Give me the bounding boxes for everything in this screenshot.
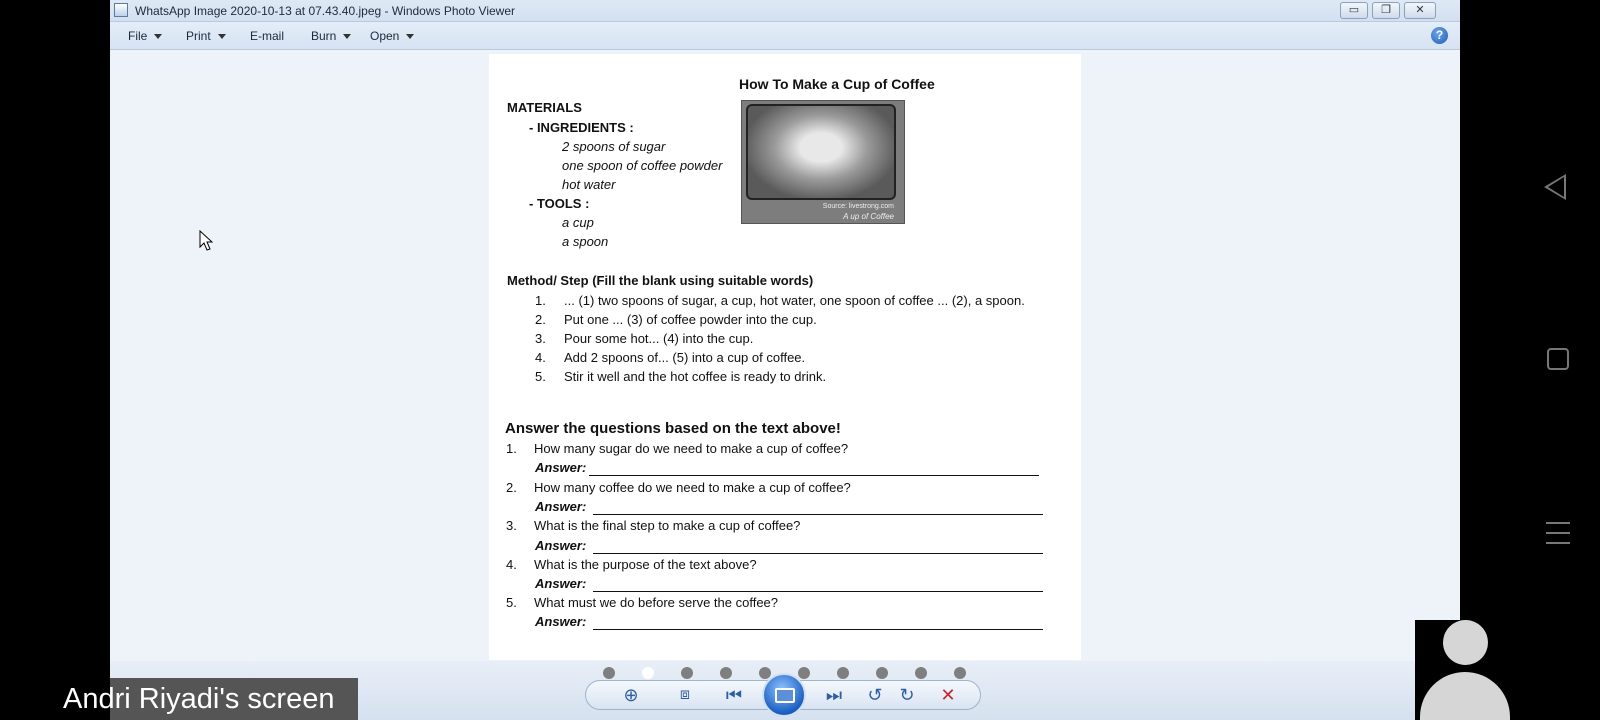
step-text: Pour some hot... (4) into the cup. xyxy=(564,331,754,346)
answer-label: Answer: xyxy=(535,538,587,553)
menu-bar: File Print E-mail Burn Open ? xyxy=(110,22,1460,50)
ingredient-item: hot water xyxy=(562,177,616,192)
recents-icon-bar xyxy=(1546,532,1570,534)
home-icon[interactable] xyxy=(1547,348,1569,370)
menu-open-label: Open xyxy=(370,29,400,43)
phone-screen: WhatsApp Image 2020-10-13 at 07.43.40.jp… xyxy=(0,0,1600,720)
answer-label: Answer: xyxy=(535,614,587,629)
document-title: How To Make a Cup of Coffee xyxy=(739,76,935,92)
question-text: How many coffee do we need to make a cup… xyxy=(534,480,851,495)
menu-print[interactable]: Print xyxy=(186,29,226,43)
photo-source: Source: livestrong.com xyxy=(822,203,894,210)
pager-dot xyxy=(798,667,810,679)
question-text: What is the final step to make a cup of … xyxy=(534,518,801,533)
slideshow-icon xyxy=(775,688,795,703)
menu-file[interactable]: File xyxy=(128,29,163,43)
avatar-body xyxy=(1420,672,1510,720)
question-number: 4. xyxy=(506,557,517,572)
photo-viewer-app-icon xyxy=(114,3,128,17)
avatar-icon xyxy=(1443,620,1488,665)
step-text: ... (1) two spoons of sugar, a cup, hot … xyxy=(564,293,1025,308)
pager-dot xyxy=(837,667,849,679)
photo-caption: A up of Coffee xyxy=(843,212,894,221)
next-icon[interactable]: ⏭ xyxy=(814,685,854,705)
delete-icon[interactable]: ✕ xyxy=(936,685,960,705)
menu-open[interactable]: Open xyxy=(370,29,415,43)
rotate-clockwise-icon[interactable]: ↻ xyxy=(896,685,918,705)
pager-dot xyxy=(720,667,732,679)
answer-label: Answer: xyxy=(535,499,587,514)
minimize-button[interactable]: ▭ xyxy=(1340,2,1368,19)
step-text: Stir it well and the hot coffee is ready… xyxy=(564,369,827,384)
recents-icon[interactable] xyxy=(1546,522,1570,524)
step-number: 1. xyxy=(535,293,546,308)
question-number: 1. xyxy=(506,441,517,456)
tools-heading: - TOOLS : xyxy=(529,196,590,211)
tool-item: a spoon xyxy=(562,234,609,249)
pager-dot-active xyxy=(642,667,654,679)
slideshow-button[interactable] xyxy=(762,673,806,717)
pager-dot xyxy=(681,667,693,679)
question-number: 2. xyxy=(506,480,517,495)
participant-thumbnail[interactable] xyxy=(1415,620,1515,720)
ingredients-heading: - INGREDIENTS : xyxy=(529,120,634,135)
materials-heading: MATERIALS xyxy=(507,100,582,115)
answer-line xyxy=(593,553,1043,554)
zoom-icon[interactable]: ⊕ xyxy=(614,685,648,705)
back-icon-inner xyxy=(1548,177,1564,197)
menu-burn[interactable]: Burn xyxy=(311,29,352,43)
ingredient-item: one spoon of coffee powder xyxy=(562,158,723,173)
screen-share-label: Andri Riyadi's screen xyxy=(63,683,335,715)
step-text: Put one ... (3) of coffee powder into th… xyxy=(564,312,817,327)
help-icon[interactable]: ? xyxy=(1431,27,1448,44)
pager-dot xyxy=(915,667,927,679)
window-title: WhatsApp Image 2020-10-13 at 07.43.40.jp… xyxy=(135,4,516,18)
questions-heading: Answer the questions based on the text a… xyxy=(505,420,841,437)
previous-icon[interactable]: ⏮ xyxy=(714,685,754,705)
chevron-down-icon xyxy=(406,34,415,40)
chevron-down-icon xyxy=(217,34,226,40)
step-number: 4. xyxy=(535,350,546,365)
method-heading: Method/ Step (Fill the blank using suita… xyxy=(507,273,814,288)
menu-print-label: Print xyxy=(186,29,211,43)
title-bar: WhatsApp Image 2020-10-13 at 07.43.40.jp… xyxy=(110,0,1460,22)
answer-line xyxy=(593,514,1043,515)
step-text: Add 2 spoons of... (5) into a cup of cof… xyxy=(564,350,806,365)
answer-label: Answer: xyxy=(535,460,587,475)
answer-line xyxy=(589,475,1039,476)
ingredient-item: 2 spoons of sugar xyxy=(562,139,666,154)
fit-window-icon[interactable]: ⧈ xyxy=(672,685,698,705)
coffee-cup-photo: Source: livestrong.com A up of Coffee xyxy=(741,100,905,224)
menu-email[interactable]: E-mail xyxy=(250,29,284,43)
step-number: 5. xyxy=(535,369,546,384)
answer-line xyxy=(593,591,1043,592)
step-number: 2. xyxy=(535,312,546,327)
question-number: 3. xyxy=(506,518,517,533)
answer-line xyxy=(593,629,1043,630)
pager-dot xyxy=(603,667,615,679)
tool-item: a cup xyxy=(562,215,594,230)
chevron-down-icon xyxy=(343,34,352,40)
question-text: What must we do before serve the coffee? xyxy=(534,595,779,610)
answer-label: Answer: xyxy=(535,576,587,591)
rotate-counterclockwise-icon[interactable]: ↺ xyxy=(864,685,886,705)
document-image: How To Make a Cup of Coffee MATERIALS - … xyxy=(489,54,1081,660)
pager-dot xyxy=(954,667,966,679)
chevron-down-icon xyxy=(154,34,163,40)
menu-burn-label: Burn xyxy=(311,29,337,43)
coffee-cup-image xyxy=(746,104,896,200)
close-button[interactable]: ✕ xyxy=(1404,2,1436,19)
pager-dot xyxy=(876,667,888,679)
mouse-pointer-icon xyxy=(199,230,213,251)
question-text: What is the purpose of the text above? xyxy=(534,557,757,572)
menu-file-label: File xyxy=(128,29,148,43)
recents-icon-bar xyxy=(1546,542,1570,544)
step-number: 3. xyxy=(535,331,546,346)
question-number: 5. xyxy=(506,595,517,610)
question-text: How many sugar do we need to make a cup … xyxy=(534,441,849,456)
maximize-button[interactable]: ❐ xyxy=(1372,2,1400,19)
